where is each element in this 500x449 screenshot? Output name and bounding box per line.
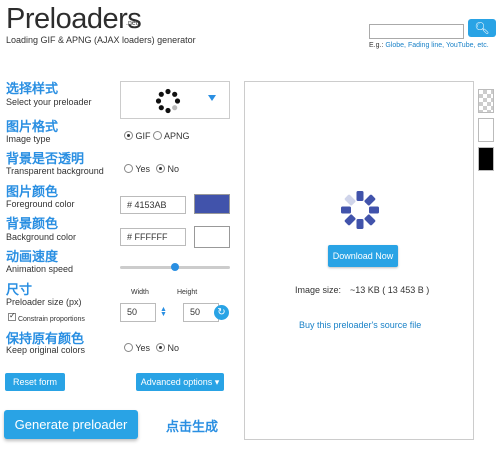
speed-label-zh: 动画速度 bbox=[6, 250, 59, 265]
fg-color-label-zh: 图片颜色 bbox=[6, 185, 59, 200]
search-hint-fading-line-link[interactable]: Fading line, bbox=[408, 42, 444, 49]
preview-bg-white-swatch[interactable] bbox=[478, 118, 494, 142]
bg-color-input[interactable]: # FFFFFF bbox=[120, 228, 186, 246]
preloader-segment bbox=[364, 214, 376, 226]
width-label: Width bbox=[131, 289, 149, 296]
search-hint-youtube-link[interactable]: YouTube, bbox=[446, 42, 475, 49]
logo-text: Preloaders bbox=[6, 3, 142, 35]
buy-source-link[interactable]: Buy this preloader's source file bbox=[299, 320, 421, 330]
reset-form-button[interactable]: Reset form bbox=[5, 373, 65, 391]
search-icon: 🔍︎ bbox=[474, 21, 490, 35]
preview-bg-black-swatch[interactable] bbox=[478, 147, 494, 171]
preloader-thumbnail-icon bbox=[155, 88, 181, 114]
keep-colors-no-radio[interactable] bbox=[156, 343, 165, 352]
speed-slider-handle[interactable] bbox=[171, 263, 179, 271]
image-type-apng-option[interactable]: APNG bbox=[153, 131, 190, 141]
site-tagline: Loading GIF & APNG (AJAX loaders) genera… bbox=[6, 35, 196, 45]
search-button[interactable]: 🔍︎ bbox=[468, 19, 496, 37]
preloader-segment bbox=[344, 214, 356, 226]
preloader-label-zh: 选择样式 bbox=[6, 82, 59, 97]
dropdown-arrow-icon[interactable] bbox=[208, 95, 216, 101]
transparent-no-option[interactable]: No bbox=[156, 164, 179, 174]
gif-radio[interactable] bbox=[124, 131, 133, 140]
constrain-proportions[interactable]: Constrain proportions bbox=[8, 311, 85, 323]
transparent-label-zh: 背景是否透明 bbox=[6, 152, 85, 167]
advanced-options-button[interactable]: Advanced options ▾ bbox=[136, 373, 224, 391]
logo-suffix: .net bbox=[126, 20, 138, 27]
preloader-segment bbox=[356, 191, 364, 201]
download-now-button[interactable]: Download Now bbox=[328, 245, 398, 267]
width-stepper-icon[interactable]: ▲ ▼ bbox=[160, 306, 167, 318]
constrain-checkbox[interactable] bbox=[8, 311, 16, 321]
apng-radio[interactable] bbox=[153, 131, 162, 140]
search-hint: E.g.: Globe, Fading line, YouTube, etc. bbox=[369, 42, 489, 49]
search-input[interactable] bbox=[369, 24, 464, 39]
transparent-yes-option[interactable]: Yes bbox=[124, 164, 150, 174]
preloader-segment bbox=[341, 206, 351, 214]
keep-colors-yes-option[interactable]: Yes bbox=[124, 343, 150, 353]
preloader-segment bbox=[369, 206, 379, 214]
search-hint-globe-link[interactable]: Globe, bbox=[385, 42, 406, 49]
image-type-label-zh: 图片格式 bbox=[6, 120, 59, 135]
image-size-label: Image size: bbox=[295, 285, 342, 295]
keep-colors-label: Keep original colors bbox=[6, 345, 86, 355]
width-input[interactable]: 50 bbox=[120, 303, 156, 322]
size-label-zh: 尺寸 bbox=[6, 283, 33, 298]
height-label: Height bbox=[177, 289, 198, 296]
fg-color-swatch[interactable] bbox=[194, 194, 230, 214]
speed-label: Animation speed bbox=[6, 264, 74, 274]
fg-color-input[interactable]: # 4153AB bbox=[120, 196, 186, 214]
transparent-label: Transparent background bbox=[6, 166, 104, 176]
search-hint-etc-link[interactable]: etc. bbox=[477, 42, 488, 49]
bg-color-swatch[interactable] bbox=[194, 226, 230, 248]
transparent-yes-radio[interactable] bbox=[124, 164, 133, 173]
bg-color-label-zh: 背景颜色 bbox=[6, 217, 59, 232]
preloader-preview-icon bbox=[341, 191, 379, 229]
keep-colors-yes-radio[interactable] bbox=[124, 343, 133, 352]
size-label: Preloader size (px) bbox=[6, 297, 82, 307]
preloader-segment bbox=[344, 194, 356, 206]
fg-color-label: Foreground color bbox=[6, 199, 75, 209]
preloader-segment bbox=[356, 219, 364, 229]
generate-hint: 点击生成 bbox=[166, 420, 219, 435]
preloader-segment bbox=[364, 194, 376, 206]
image-type-label: Image type bbox=[6, 134, 51, 144]
preview-bg-transparent-swatch[interactable] bbox=[478, 89, 494, 113]
bg-color-label: Background color bbox=[6, 232, 77, 242]
preloader-label: Select your preloader bbox=[6, 97, 92, 107]
transparent-no-radio[interactable] bbox=[156, 164, 165, 173]
generate-preloader-button[interactable]: Generate preloader bbox=[4, 410, 138, 439]
image-type-gif-option[interactable]: GIF bbox=[124, 131, 151, 141]
keep-colors-no-option[interactable]: No bbox=[156, 343, 179, 353]
image-size-value: ~13 KB ( 13 453 B ) bbox=[350, 285, 430, 295]
refresh-icon[interactable]: ↻ bbox=[214, 305, 229, 320]
site-logo[interactable]: Preloaders bbox=[6, 3, 142, 36]
